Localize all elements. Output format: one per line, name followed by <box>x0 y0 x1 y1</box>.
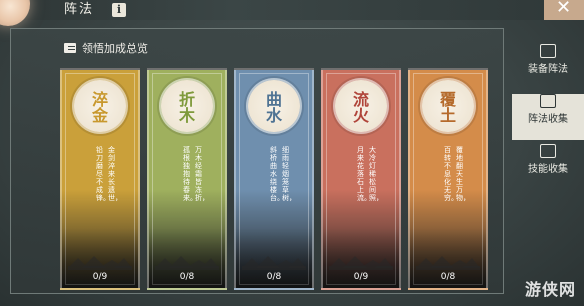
tab-equip-formation[interactable]: 装备阵法 <box>512 44 584 90</box>
formation-name: 曲水 <box>266 90 283 125</box>
progress-count: 0/9 <box>92 272 108 282</box>
formation-icon <box>540 44 556 58</box>
formation-card[interactable]: 折木 万木经霜皆冻折， 孤根独抱待春来。 0/8 <box>147 68 227 290</box>
formation-card[interactable]: 流火 大冷灯稀松间照， 月来花落石上流。 0/9 <box>321 68 401 290</box>
poem-line: 孤根独抱待春来。 <box>183 146 197 202</box>
tab-formation-collection[interactable]: 阵法收集 <box>512 94 584 140</box>
overview-button[interactable]: 领悟加成总览 <box>64 40 148 56</box>
element-medallion: 覆土 <box>422 80 474 132</box>
formation-name: 折木 <box>179 90 196 125</box>
close-icon: ✕ <box>556 0 572 18</box>
collection-icon <box>540 94 556 108</box>
tab-label: 阵法收集 <box>528 114 568 125</box>
moon-emblem <box>0 0 30 26</box>
list-icon <box>64 43 76 53</box>
element-medallion: 淬金 <box>74 80 126 132</box>
overview-label: 领悟加成总览 <box>82 42 148 55</box>
formation-name: 流火 <box>353 90 370 125</box>
skill-icon <box>540 144 556 158</box>
element-medallion: 曲水 <box>248 80 300 132</box>
poem-line: 月来花落石上流。 <box>357 146 371 202</box>
watermark-logo: 游侠网 <box>524 280 576 299</box>
progress-count: 0/8 <box>440 272 456 282</box>
tab-skill-collection[interactable]: 技能收集 <box>512 144 584 190</box>
progress-count: 0/9 <box>353 272 369 282</box>
info-icon[interactable]: i <box>112 3 126 17</box>
poem-line: 铅刀磨尽不成锋。 <box>96 146 110 202</box>
element-medallion: 流火 <box>335 80 387 132</box>
formation-card[interactable]: 覆土 覆地翻天生万物， 百转不息化无穷。 0/8 <box>408 68 488 290</box>
side-tabs: 装备阵法 阵法收集 技能收集 <box>512 40 584 190</box>
formation-name: 淬金 <box>92 90 109 125</box>
tab-label: 装备阵法 <box>528 64 568 75</box>
page-title: 阵法 <box>64 2 95 17</box>
progress-count: 0/8 <box>266 272 282 282</box>
formation-card[interactable]: 淬金 金剑淬来长遗世， 铅刀磨尽不成锋。 0/9 <box>60 68 140 290</box>
poem-line: 斜桥曲水绕楼台。 <box>270 146 284 202</box>
close-button[interactable]: ✕ <box>544 0 584 20</box>
tab-label: 技能收集 <box>528 164 568 175</box>
poem-line: 百转不息化无穷。 <box>444 146 458 202</box>
formation-name: 覆土 <box>440 90 457 125</box>
progress-count: 0/8 <box>179 272 195 282</box>
element-medallion: 折木 <box>161 80 213 132</box>
formation-card[interactable]: 曲水 细雨轻烟笼草树， 斜桥曲水绕楼台。 0/8 <box>234 68 314 290</box>
